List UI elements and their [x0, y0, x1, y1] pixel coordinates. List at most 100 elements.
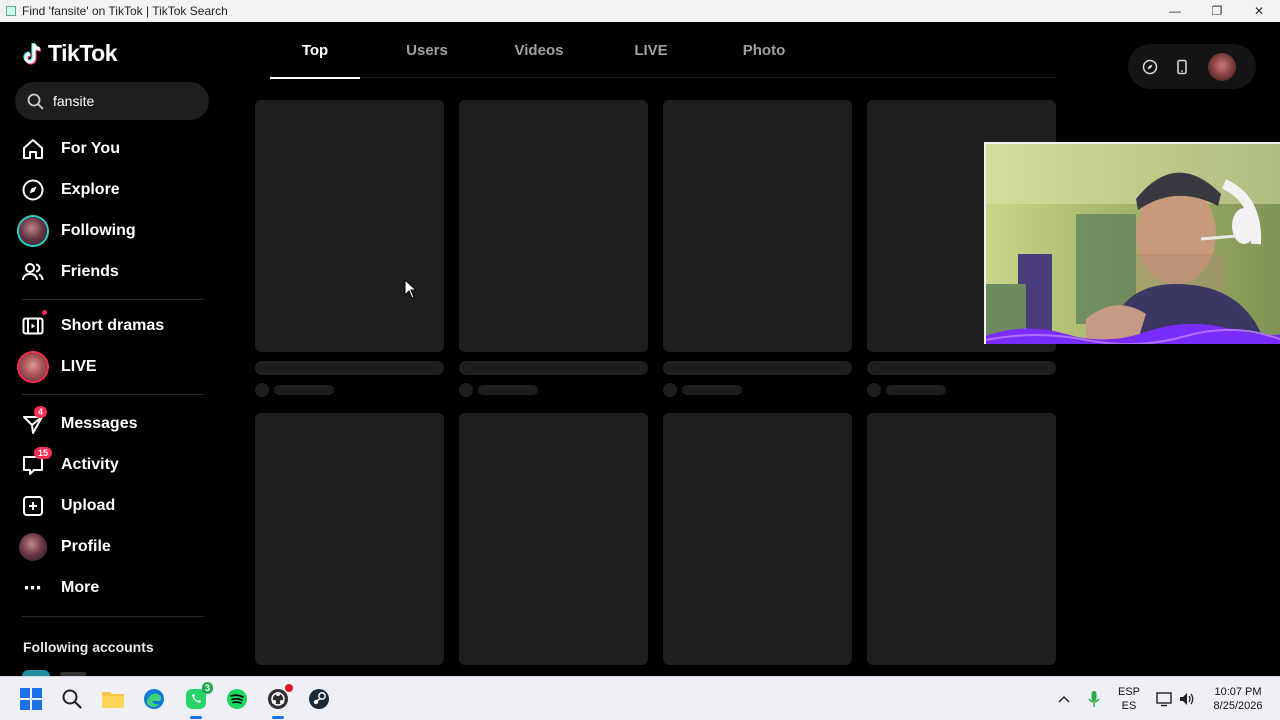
whatsapp-badge: 3: [201, 682, 213, 694]
obs-studio-icon[interactable]: [263, 684, 293, 719]
nav-following[interactable]: Following: [19, 214, 209, 248]
header-tools: [1128, 44, 1256, 89]
search-tabs: Top Users Videos LIVE Photo: [270, 22, 1056, 79]
video-card-placeholder[interactable]: [459, 413, 648, 665]
volume-icon[interactable]: [1172, 684, 1202, 714]
author-name-placeholder: [274, 385, 334, 395]
restore-button[interactable]: ❐: [1196, 0, 1238, 22]
input-language-indicator[interactable]: ESP ES: [1114, 685, 1144, 713]
nav-for-you[interactable]: For You: [19, 132, 209, 166]
caption-placeholder: [459, 361, 648, 375]
window-title: Find 'fansite' on TikTok | TikTok Search: [22, 4, 228, 18]
nav-friends-label: Friends: [61, 263, 119, 280]
activity-badge: 15: [34, 447, 53, 459]
profile-avatar-icon: [19, 533, 47, 561]
paper-plane-icon: 4: [19, 406, 48, 438]
video-card-placeholder[interactable]: [255, 100, 444, 352]
video-card-placeholder[interactable]: [459, 100, 648, 352]
compass-icon: [19, 176, 47, 204]
keyboard-layout-code: ES: [1121, 700, 1137, 712]
nav-upload[interactable]: Upload: [19, 489, 209, 523]
recording-indicator-dot: [285, 684, 293, 692]
author-avatar-placeholder: [459, 383, 473, 397]
nav-profile[interactable]: Profile: [19, 530, 209, 564]
sidebar-divider: [22, 394, 204, 395]
whatsapp-icon[interactable]: 3: [181, 682, 213, 719]
window-titlebar: Find 'fansite' on TikTok | TikTok Search…: [0, 0, 1280, 22]
spotify-icon[interactable]: [222, 684, 252, 714]
activity-icon: 15: [19, 447, 53, 479]
video-card-placeholder[interactable]: [663, 100, 852, 352]
nav-following-label: Following: [61, 222, 136, 239]
nav-live[interactable]: LIVE: [19, 350, 209, 384]
logo-text: TikTok: [48, 40, 118, 66]
plus-square-icon: [19, 492, 47, 520]
caption-placeholder: [255, 361, 444, 375]
nav-more[interactable]: ⋯ More: [19, 571, 209, 605]
nav-explore-label: Explore: [61, 181, 120, 198]
mouse-cursor-icon: [404, 279, 418, 299]
nav-profile-label: Profile: [61, 538, 111, 555]
video-card-placeholder[interactable]: [867, 413, 1056, 665]
microphone-icon[interactable]: [1079, 684, 1109, 714]
author-avatar-placeholder: [663, 383, 677, 397]
user-avatar[interactable]: [1208, 52, 1236, 81]
tab-videos[interactable]: Videos: [494, 22, 584, 78]
author-avatar-placeholder: [255, 383, 269, 397]
live-avatar-icon: [19, 353, 47, 381]
close-button[interactable]: ✕: [1238, 0, 1280, 22]
webcam-overlay: [984, 142, 1280, 344]
windows-start-icon[interactable]: [16, 684, 46, 714]
tab-photo[interactable]: Photo: [719, 22, 809, 78]
author-name-placeholder: [682, 385, 742, 395]
nav-for-you-label: For You: [61, 140, 120, 157]
language-code: ESP: [1117, 686, 1140, 698]
chevron-up-icon[interactable]: [1049, 684, 1079, 714]
tab-top[interactable]: Top: [270, 22, 360, 79]
author-name-placeholder: [478, 385, 538, 395]
edge-browser-icon[interactable]: [139, 684, 169, 714]
video-card-placeholder[interactable]: [663, 413, 852, 665]
caption-placeholder: [867, 361, 1056, 375]
nav-explore[interactable]: Explore: [19, 173, 209, 207]
nav-more-label: More: [61, 579, 100, 596]
new-indicator-dot: [42, 310, 47, 315]
phone-icon[interactable]: [1174, 59, 1190, 75]
friends-icon: [19, 258, 47, 286]
steam-icon[interactable]: [304, 684, 334, 714]
nav-live-label: LIVE: [61, 358, 97, 375]
messages-badge: 4: [34, 406, 48, 418]
nav-messages-label: Messages: [61, 415, 138, 432]
author-avatar-placeholder: [867, 383, 881, 397]
home-icon: [19, 135, 47, 163]
clock-time: 10:07 PM: [1214, 686, 1262, 698]
nav-short-dramas-label: Short dramas: [61, 317, 165, 334]
app-icon: [6, 6, 16, 16]
ellipsis-icon: ⋯: [23, 577, 43, 598]
nav-short-dramas[interactable]: Short dramas: [19, 309, 209, 343]
webcam-feed-image: [986, 144, 1280, 344]
tab-users[interactable]: Users: [382, 22, 472, 78]
video-card-placeholder[interactable]: [255, 413, 444, 665]
sidebar-divider: [22, 616, 204, 617]
following-accounts-title: Following accounts: [23, 639, 154, 655]
tiktok-logo[interactable]: TikTok: [22, 40, 118, 67]
minimize-button[interactable]: —: [1154, 0, 1196, 22]
sidebar-divider: [22, 299, 204, 300]
file-explorer-icon[interactable]: [98, 684, 128, 714]
clock[interactable]: 10:07 PM 8/25/2026: [1200, 685, 1276, 713]
nav-messages[interactable]: 4 Messages: [19, 406, 209, 441]
compass-icon[interactable]: [1142, 59, 1158, 75]
tiktok-note-icon: [23, 42, 42, 65]
search-icon[interactable]: [57, 684, 87, 714]
caption-placeholder: [663, 361, 852, 375]
search-box[interactable]: [15, 82, 209, 120]
windows-taskbar: 3 ESP ES 10:07 PM 8/25/2026: [0, 676, 1280, 720]
sidebar: TikTok For You Explore Following Friends: [0, 22, 226, 676]
tab-live[interactable]: LIVE: [606, 22, 696, 78]
clock-date: 8/25/2026: [1213, 700, 1263, 712]
nav-activity[interactable]: 15 Activity: [19, 447, 209, 482]
nav-friends[interactable]: Friends: [19, 255, 209, 289]
search-input[interactable]: [53, 93, 193, 109]
film-icon: [19, 310, 47, 340]
